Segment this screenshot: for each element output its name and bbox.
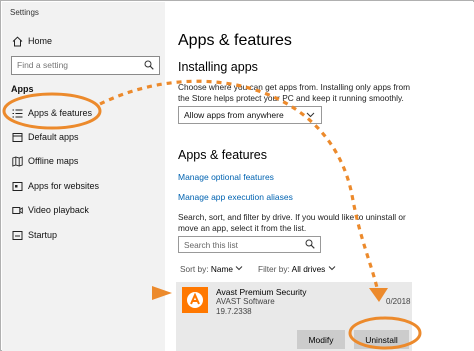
sidebar-home-label: Home (28, 36, 53, 46)
sidebar-item-label: Offline maps (28, 156, 79, 166)
sort-by-control[interactable]: Sort by: Name (180, 264, 243, 274)
sidebar: Settings Home Apps Apps & features Defa (2, 2, 165, 351)
chevron-down-icon (328, 264, 336, 274)
app-source-dropdown[interactable]: Allow apps from anywhere (178, 106, 322, 124)
filter-by-value: All drives (291, 264, 326, 274)
map-icon (11, 155, 23, 167)
settings-search-box[interactable] (11, 56, 160, 75)
app-source-value: Allow apps from anywhere (184, 110, 284, 120)
apps-list-search-placeholder: Search this list (184, 240, 238, 250)
settings-search-input[interactable] (17, 60, 137, 70)
settings-window: Settings Home Apps Apps & features Defa (0, 0, 474, 351)
app-list-item-avast[interactable]: Avast Premium Security AVAST Software 19… (176, 282, 412, 351)
sidebar-item-home[interactable]: Home (2, 30, 165, 52)
installing-apps-description: Choose where you can get apps from. Inst… (178, 82, 410, 103)
modify-button[interactable]: Modify (297, 330, 345, 349)
sidebar-item-label: Video playback (28, 205, 89, 215)
page-title: Apps & features (178, 32, 292, 49)
filter-by-label: Filter by: (258, 264, 290, 274)
uninstall-button[interactable]: Uninstall (354, 330, 409, 349)
filter-by-control[interactable]: Filter by: All drives (258, 264, 336, 274)
search-icon (305, 239, 315, 251)
sidebar-item-apps-features[interactable]: Apps & features (2, 102, 165, 124)
apps-list-description: Search, sort, and filter by drive. If yo… (178, 212, 406, 233)
main-pane: Apps & features Installing apps Choose w… (165, 2, 474, 351)
window-title: Settings (10, 8, 39, 17)
sidebar-item-label: Apps for websites (28, 181, 100, 191)
sidebar-item-label: Apps & features (28, 108, 93, 118)
home-icon (11, 35, 23, 47)
search-icon[interactable] (144, 60, 154, 72)
app-publisher: AVAST Software (216, 297, 275, 306)
sort-by-label: Sort by: (180, 264, 209, 274)
sidebar-item-apps-for-websites[interactable]: Apps for websites (2, 175, 165, 197)
app-install-date: 0/2018 (386, 297, 411, 306)
manage-optional-features-link[interactable]: Manage optional features (178, 172, 274, 182)
list-icon (11, 107, 23, 119)
avast-logo-icon (182, 287, 208, 313)
sidebar-item-startup[interactable]: Startup (2, 224, 165, 246)
manage-app-execution-aliases-link[interactable]: Manage app execution aliases (178, 192, 293, 202)
startup-icon (11, 229, 23, 241)
apps-list-search[interactable]: Search this list (178, 236, 321, 253)
installing-apps-heading: Installing apps (178, 60, 258, 74)
video-icon (11, 204, 23, 216)
website-icon (11, 180, 23, 192)
sort-by-value: Name (210, 264, 234, 274)
app-name: Avast Premium Security (216, 287, 307, 297)
apps-features-heading: Apps & features (178, 148, 267, 162)
sidebar-item-label: Startup (28, 230, 58, 240)
default-apps-icon (11, 131, 23, 143)
sidebar-item-label: Default apps (28, 132, 79, 142)
chevron-down-icon (306, 110, 315, 121)
sidebar-item-video-playback[interactable]: Video playback (2, 199, 165, 221)
sidebar-item-default-apps[interactable]: Default apps (2, 126, 165, 148)
app-version: 19.7.2338 (216, 307, 252, 316)
sidebar-section-apps: Apps (11, 84, 34, 94)
sidebar-item-offline-maps[interactable]: Offline maps (2, 150, 165, 172)
chevron-down-icon (235, 264, 243, 274)
